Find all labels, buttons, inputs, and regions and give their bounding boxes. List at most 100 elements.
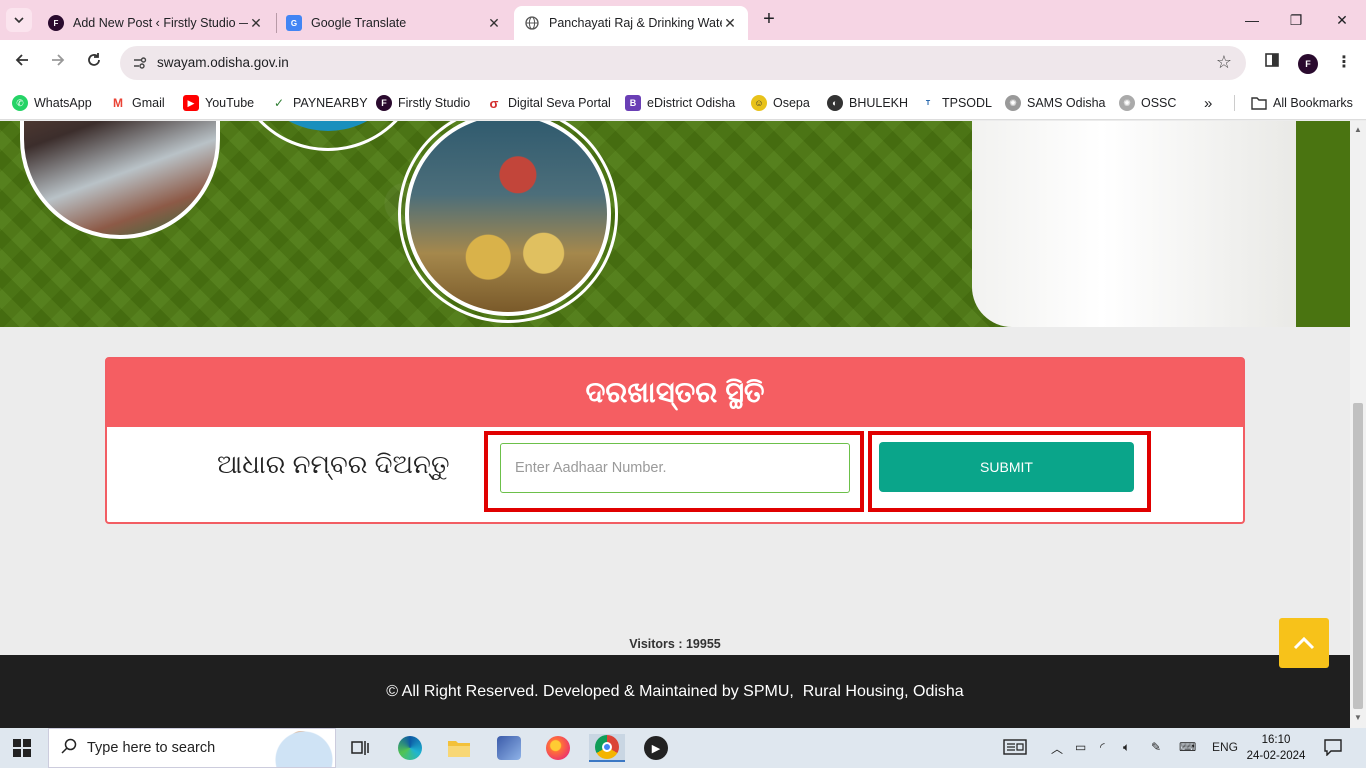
bookmarks-divider xyxy=(1234,95,1235,111)
bookmark-osepa[interactable]: ☺ Osepa xyxy=(751,93,810,113)
chrome-icon[interactable] xyxy=(589,734,625,762)
firstly-studio-icon: F xyxy=(376,95,392,111)
basket-weaving-photo xyxy=(405,121,611,316)
tab-strip: F Add New Post ‹ Firstly Studio — ✕ G Go… xyxy=(0,0,1366,40)
bookmark-ossc[interactable]: ✺ OSSC xyxy=(1119,93,1176,113)
bookmark-gmail[interactable]: M Gmail xyxy=(110,93,165,113)
bookmark-label: BHULEKH xyxy=(849,96,909,110)
scroll-up-icon[interactable]: ▲ xyxy=(1354,125,1362,134)
bookmark-sams[interactable]: ✺ SAMS Odisha xyxy=(1005,93,1106,113)
page-viewport: ଦରଖାସ୍ତର ସ୍ଥିତି ଆଧାର ନମ୍ବର ଦିଅନ୍ତୁ SUBMI… xyxy=(0,121,1350,728)
banner-edge xyxy=(1296,121,1350,327)
search-placeholder: Type here to search xyxy=(87,740,216,756)
digital-seva-icon: σ xyxy=(486,95,502,111)
restore-icon[interactable]: ❐ xyxy=(1276,8,1316,32)
browser-toolbar: swayam.odisha.gov.in ☆ F ⋮ xyxy=(0,40,1366,86)
bookmark-edistrict[interactable]: BeDistrict Odisha xyxy=(625,93,735,113)
hero-banner xyxy=(0,121,1350,327)
forward-icon[interactable] xyxy=(46,51,70,75)
minimize-icon[interactable]: — xyxy=(1232,8,1272,32)
pen-icon[interactable]: ✎ xyxy=(1151,740,1161,754)
close-tab-icon[interactable]: ✕ xyxy=(248,15,264,32)
bookmark-tpsodl[interactable]: T TPSODL xyxy=(920,93,992,113)
notifications-icon[interactable] xyxy=(1323,738,1343,759)
kebab-menu-icon[interactable]: ⋮ xyxy=(1333,52,1355,74)
bookmark-label: eDistrict Odisha xyxy=(647,96,736,110)
media-app-icon[interactable] xyxy=(491,734,527,762)
bookmark-label: YouTube xyxy=(205,96,255,110)
aadhaar-input[interactable] xyxy=(500,443,850,493)
scroll-down-icon[interactable]: ▼ xyxy=(1354,713,1362,722)
wifi-icon[interactable]: ◜ xyxy=(1100,740,1105,754)
bookmark-firstly-studio[interactable]: F Firstly Studio xyxy=(376,93,470,113)
ossc-icon: ✺ xyxy=(1119,95,1135,111)
task-view-icon[interactable] xyxy=(342,734,378,762)
url-text: swayam.odisha.gov.in xyxy=(157,55,289,70)
aadhaar-label: ଆଧାର ନମ୍ବର ଦିଅନ୍ତୁ xyxy=(217,449,450,479)
profile-avatar[interactable]: F xyxy=(1297,52,1319,74)
bookmark-paynearby[interactable]: ✓ PAYNEARBY xyxy=(271,93,368,113)
bookmark-whatsapp[interactable]: ✆ WhatsApp xyxy=(12,93,92,113)
bookmark-youtube[interactable]: ▶ YouTube xyxy=(183,93,254,113)
visitor-count: Visitors : 19955 xyxy=(629,637,721,651)
page-scrollbar[interactable]: ▲ ▼ xyxy=(1350,121,1366,728)
tray-chevron-up-icon[interactable]: ︿ xyxy=(1051,740,1063,757)
media-player-icon[interactable]: ▶ xyxy=(638,734,674,762)
bookmark-label: TPSODL xyxy=(942,96,993,110)
volume-icon[interactable]: 🔈︎ xyxy=(1123,740,1130,755)
tpsodl-icon: T xyxy=(920,95,936,111)
footer-copyright: © All Right Reserved. Developed & Mainta… xyxy=(386,682,964,700)
sams-icon: ✺ xyxy=(1005,95,1021,111)
bookmark-label: Digital Seva Portal xyxy=(508,96,611,110)
taskbar-search-box[interactable]: Type here to search xyxy=(48,728,336,768)
tab-panchayati-raj[interactable]: Panchayati Raj & Drinking Wate ✕ xyxy=(514,6,748,40)
site-info-icon[interactable] xyxy=(132,55,148,71)
windows-taskbar: Type here to search ▶ ︿ ▭ ◜ 🔈︎ ✎ ⌨ ENG 1… xyxy=(0,728,1366,768)
globe-icon xyxy=(524,15,540,31)
back-icon[interactable] xyxy=(10,51,34,75)
file-explorer-icon[interactable] xyxy=(441,734,477,762)
tab-search-button[interactable] xyxy=(6,8,32,32)
clock[interactable]: 16:10 24-02-2024 xyxy=(1244,732,1308,764)
all-bookmarks-button[interactable]: All Bookmarks xyxy=(1251,93,1353,113)
tab-title: Panchayati Raj & Drinking Wate xyxy=(549,16,722,30)
site-footer: © All Right Reserved. Developed & Mainta… xyxy=(0,655,1350,728)
folder-icon xyxy=(1251,95,1267,111)
side-panel-icon[interactable] xyxy=(1261,52,1283,74)
windows-start-icon[interactable] xyxy=(12,738,32,758)
bookmark-star-icon[interactable]: ☆ xyxy=(1216,52,1232,73)
reload-icon[interactable] xyxy=(82,51,106,75)
back-to-top-button[interactable] xyxy=(1279,618,1329,668)
chevron-down-icon xyxy=(14,17,24,23)
new-tab-icon[interactable]: + xyxy=(758,9,780,31)
scroll-thumb[interactable] xyxy=(1353,403,1363,709)
bookmark-label: Osepa xyxy=(773,96,810,110)
paynearby-icon: ✓ xyxy=(271,95,287,111)
firstly-studio-icon: F xyxy=(48,15,64,31)
tab-google-translate[interactable]: G Google Translate ✕ xyxy=(276,6,512,40)
submit-button[interactable]: SUBMIT xyxy=(879,442,1134,492)
close-window-icon[interactable]: ✕ xyxy=(1322,8,1362,32)
barber-photo xyxy=(20,121,220,239)
tab-title: Add New Post ‹ Firstly Studio — xyxy=(73,16,248,30)
firefox-icon[interactable] xyxy=(540,734,576,762)
news-widget-icon[interactable] xyxy=(1003,738,1027,759)
more-bookmarks-icon[interactable]: » xyxy=(1204,93,1212,113)
address-bar[interactable]: swayam.odisha.gov.in ☆ xyxy=(120,46,1246,80)
gmail-icon: M xyxy=(110,95,126,111)
bookmark-bhulekh[interactable]: ◐ BHULEKH xyxy=(827,93,908,113)
bookmark-digital-seva[interactable]: σ Digital Seva Portal xyxy=(486,93,611,113)
battery-icon[interactable]: ▭ xyxy=(1075,740,1086,754)
card-title: ଦରଖାସ୍ତର ସ୍ଥିତି xyxy=(107,359,1243,427)
language-indicator[interactable]: ENG xyxy=(1212,740,1238,754)
search-icon xyxy=(61,738,77,758)
close-tab-icon[interactable]: ✕ xyxy=(722,15,738,32)
bookmark-label: WhatsApp xyxy=(34,96,92,110)
keyboard-icon[interactable]: ⌨ xyxy=(1179,740,1196,754)
close-tab-icon[interactable]: ✕ xyxy=(486,15,502,32)
edge-icon[interactable] xyxy=(392,734,428,762)
google-translate-icon: G xyxy=(286,15,302,31)
bookmark-label: Firstly Studio xyxy=(398,96,471,110)
bookmark-label: OSSC xyxy=(1141,96,1177,110)
tab-add-new-post[interactable]: F Add New Post ‹ Firstly Studio — ✕ xyxy=(38,6,274,40)
